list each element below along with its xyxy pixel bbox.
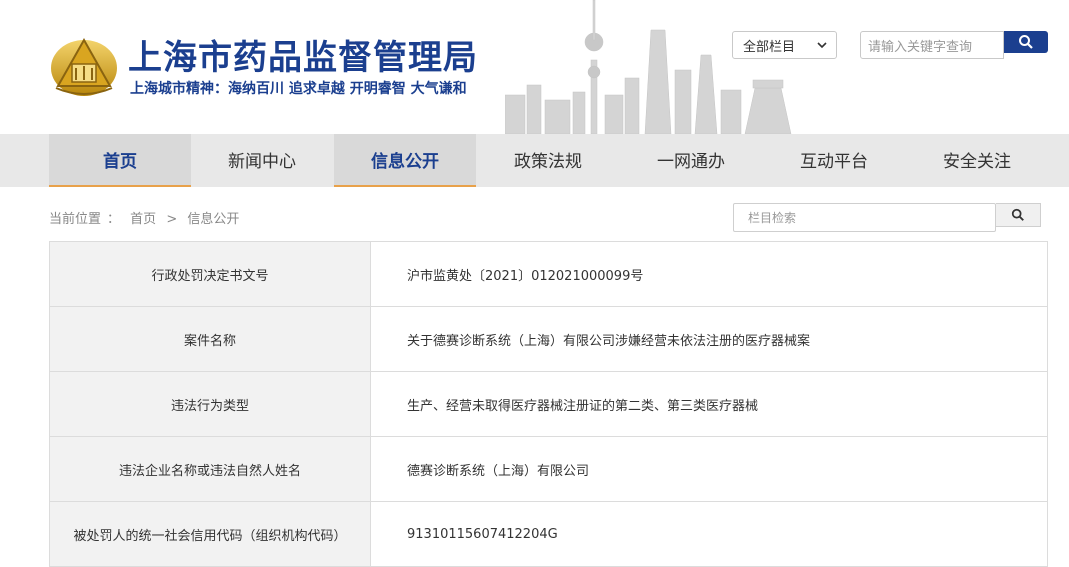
column-search-placeholder: 栏目检索: [748, 211, 797, 225]
row-label: 违法行为类型: [49, 372, 371, 436]
row-value: 沪市监黄处〔2021〕012021000099号: [371, 242, 1048, 306]
row-value: 德赛诊断系统（上海）有限公司: [371, 437, 1048, 501]
row-value: 91310115607412204G: [371, 502, 1048, 566]
breadcrumb-home[interactable]: 首页: [130, 212, 156, 227]
search-placeholder: 请输入关键字查询: [868, 39, 973, 55]
row-label: 案件名称: [49, 307, 371, 371]
breadcrumb-separator: ：: [107, 212, 121, 227]
breadcrumb: 当前位置 ： 首页 > 信息公开: [49, 208, 245, 227]
table-row: 违法行为类型 生产、经营未取得医疗器械注册证的第二类、第三类医疗器械: [49, 372, 1048, 437]
table-row: 违法企业名称或违法自然人姓名 德赛诊断系统（上海）有限公司: [49, 437, 1048, 502]
column-search-input[interactable]: 栏目检索: [733, 203, 996, 232]
column-search-button[interactable]: [996, 203, 1041, 227]
breadcrumb-current[interactable]: 信息公开: [187, 212, 239, 227]
city-skyline-icon: [505, 0, 792, 134]
breadcrumb-arrow: >: [166, 212, 178, 227]
scope-select[interactable]: 全部栏目: [732, 31, 837, 59]
row-label: 行政处罚决定书文号: [49, 242, 371, 306]
site-slogan: 上海城市精神：海纳百川 追求卓越 开明睿智 大气谦和: [130, 81, 467, 97]
search-input[interactable]: 请输入关键字查询: [860, 31, 1004, 59]
main-nav: 首页 新闻中心 信息公开 政策法规 一网通办 互动平台 安全关注: [0, 134, 1069, 187]
row-value: 生产、经营未取得医疗器械注册证的第二类、第三类医疗器械: [371, 372, 1048, 436]
search-button[interactable]: [1004, 31, 1048, 53]
nav-item-news[interactable]: 新闻中心: [191, 134, 333, 185]
nav-item-home[interactable]: 首页: [49, 134, 191, 187]
agency-logo-icon[interactable]: [50, 34, 118, 98]
breadcrumb-prefix: 当前位置: [49, 212, 102, 227]
chevron-down-icon: [817, 42, 827, 49]
scope-select-value: 全部栏目: [743, 39, 796, 55]
nav-item-policy[interactable]: 政策法规: [477, 134, 619, 185]
search-icon: [1011, 208, 1024, 221]
site-title: 上海市药品监督管理局: [128, 38, 478, 78]
nav-item-safety[interactable]: 安全关注: [906, 134, 1048, 185]
table-row: 行政处罚决定书文号 沪市监黄处〔2021〕012021000099号: [49, 242, 1048, 307]
nav-item-one-network[interactable]: 一网通办: [620, 134, 762, 185]
search-icon: [1019, 35, 1033, 49]
table-row: 案件名称 关于德赛诊断系统（上海）有限公司涉嫌经营未依法注册的医疗器械案: [49, 307, 1048, 372]
nav-item-interaction[interactable]: 互动平台: [763, 134, 905, 185]
row-value: 关于德赛诊断系统（上海）有限公司涉嫌经营未依法注册的医疗器械案: [371, 307, 1048, 371]
penalty-info-table: 行政处罚决定书文号 沪市监黄处〔2021〕012021000099号 案件名称 …: [49, 241, 1048, 567]
row-label: 违法企业名称或违法自然人姓名: [49, 437, 371, 501]
table-row: 被处罚人的统一社会信用代码（组织机构代码） 91310115607412204G: [49, 502, 1048, 567]
row-label: 被处罚人的统一社会信用代码（组织机构代码）: [49, 502, 371, 566]
site-header: 上海市药品监督管理局 上海城市精神：海纳百川 追求卓越 开明睿智 大气谦和 全部…: [0, 0, 1069, 134]
nav-item-info-disclosure[interactable]: 信息公开: [334, 134, 476, 187]
